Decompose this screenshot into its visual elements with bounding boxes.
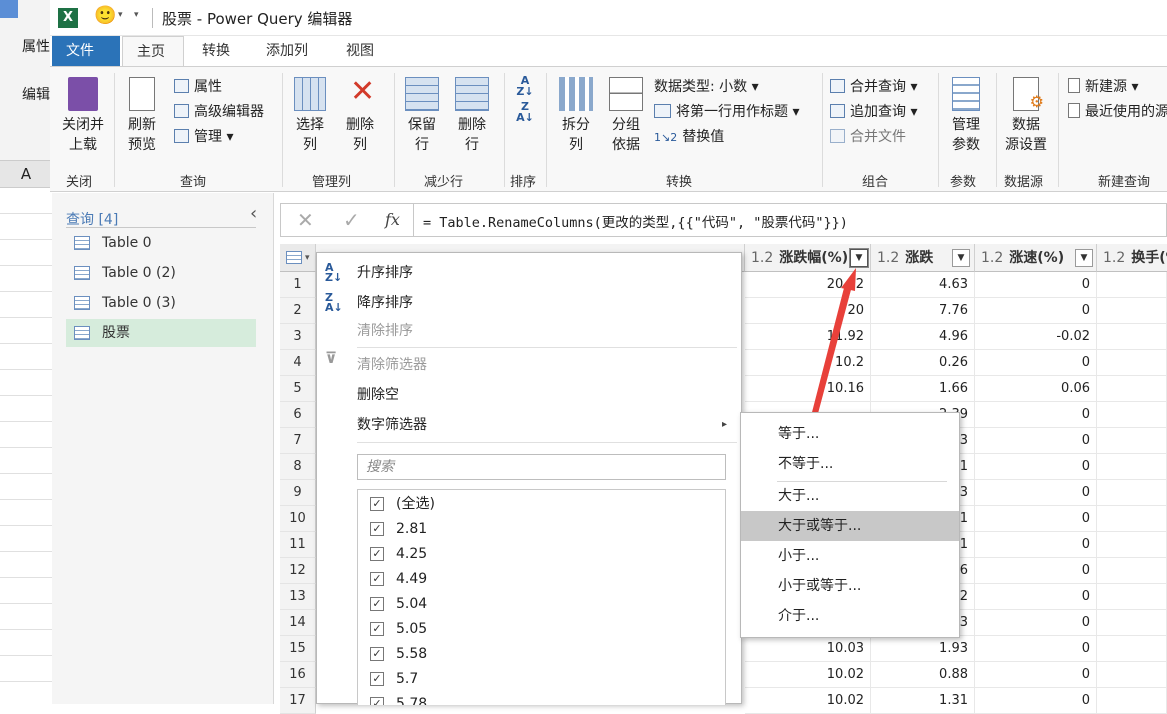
number-filters-submenu: 等于... 不等于... 大于... 大于或等于... 小于... 小于或等于... 介于.… xyxy=(740,412,960,638)
clear-filter-icon: ⊽ xyxy=(325,349,338,367)
menu-label: 清除筛选器 xyxy=(357,357,427,373)
submenu-arrow-icon: ▸ xyxy=(721,419,727,430)
submenu-item[interactable]: 不等于... xyxy=(741,449,959,479)
menu-label: 清除排序 xyxy=(357,323,413,339)
menu-remove-empty[interactable]: 删除空 xyxy=(317,381,741,409)
filter-search-input[interactable]: 搜索 xyxy=(357,454,726,480)
checkbox-checked-icon: ✓ xyxy=(370,622,384,636)
checkbox-checked-icon: ✓ xyxy=(370,572,384,586)
submenu-divider xyxy=(777,481,947,482)
sort-asc-icon: A Z↓ xyxy=(325,261,343,284)
filter-value-checkbox[interactable]: ✓ 4.49 xyxy=(370,567,427,592)
menu-label: 删除空 xyxy=(357,387,399,403)
filter-value-checkbox[interactable]: ✓ 2.81 xyxy=(370,517,427,542)
checkbox-label: 4.25 xyxy=(396,546,428,562)
filter-value-list: ✓ (全选) ✓ 2.81 ✓ 4.25 ✓ 4.49 ✓ 5.04 ✓ 5.05 ✓ 5.58 ✓ 5.7 ✓… xyxy=(357,489,726,705)
submenu-item[interactable]: 大于... xyxy=(741,481,959,511)
checkbox-label: 4.49 xyxy=(396,571,428,587)
column-filter-menu: A Z↓ 升序排序 Z A↓ 降序排序 清除排序 ⊽ 清除筛选器 删除空 数字筛选器 ▸ 搜… xyxy=(316,252,742,705)
menu-sort-descending[interactable]: Z A↓ 降序排序 xyxy=(317,289,741,317)
sort-desc-icon: Z A↓ xyxy=(325,291,343,314)
filter-value-checkbox[interactable]: ✓ 4.25 xyxy=(370,542,427,567)
checkbox-label: 5.7 xyxy=(396,671,419,687)
filter-value-checkbox[interactable]: ✓ 5.04 xyxy=(370,592,427,617)
submenu-item[interactable]: 介于... xyxy=(741,601,959,631)
menu-divider xyxy=(357,347,737,348)
submenu-item[interactable]: 小于或等于... xyxy=(741,571,959,601)
submenu-item[interactable]: 等于... xyxy=(741,419,959,449)
arrow-head xyxy=(841,268,856,291)
filter-value-checkbox[interactable]: ✓ 5.05 xyxy=(370,617,427,642)
menu-sort-ascending[interactable]: A Z↓ 升序排序 xyxy=(317,259,741,287)
filter-value-checkbox[interactable]: ✓ 5.7 xyxy=(370,667,418,692)
checkbox-label: 2.81 xyxy=(396,521,428,537)
arrow-to-filter-dropdown xyxy=(810,284,852,421)
filter-value-checkbox[interactable]: ✓ 5.78 xyxy=(370,692,427,705)
checkbox-label: 5.04 xyxy=(396,596,428,612)
menu-number-filters[interactable]: 数字筛选器 ▸ xyxy=(317,411,741,439)
filter-value-checkbox[interactable]: ✓ (全选) xyxy=(370,492,435,517)
filter-value-checkbox[interactable]: ✓ 5.58 xyxy=(370,642,427,667)
menu-label: 数字筛选器 xyxy=(357,417,427,433)
checkbox-label: 5.05 xyxy=(396,621,428,637)
submenu-item[interactable]: 小于... xyxy=(741,541,959,571)
checkbox-checked-icon: ✓ xyxy=(370,597,384,611)
checkbox-checked-icon: ✓ xyxy=(370,647,384,661)
menu-divider xyxy=(357,442,737,443)
menu-label: 降序排序 xyxy=(357,295,413,311)
menu-label: 升序排序 xyxy=(357,265,413,281)
menu-clear-filter[interactable]: ⊽ 清除筛选器 xyxy=(317,351,741,379)
checkbox-label: (全选) xyxy=(396,496,435,512)
checkbox-label: 5.58 xyxy=(396,646,428,662)
checkbox-checked-icon: ✓ xyxy=(370,522,384,536)
checkbox-checked-icon: ✓ xyxy=(370,497,384,511)
checkbox-checked-icon: ✓ xyxy=(370,672,384,686)
submenu-item[interactable]: 大于或等于... xyxy=(741,511,959,541)
checkbox-checked-icon: ✓ xyxy=(370,547,384,561)
menu-clear-sort[interactable]: 清除排序 xyxy=(317,317,741,345)
